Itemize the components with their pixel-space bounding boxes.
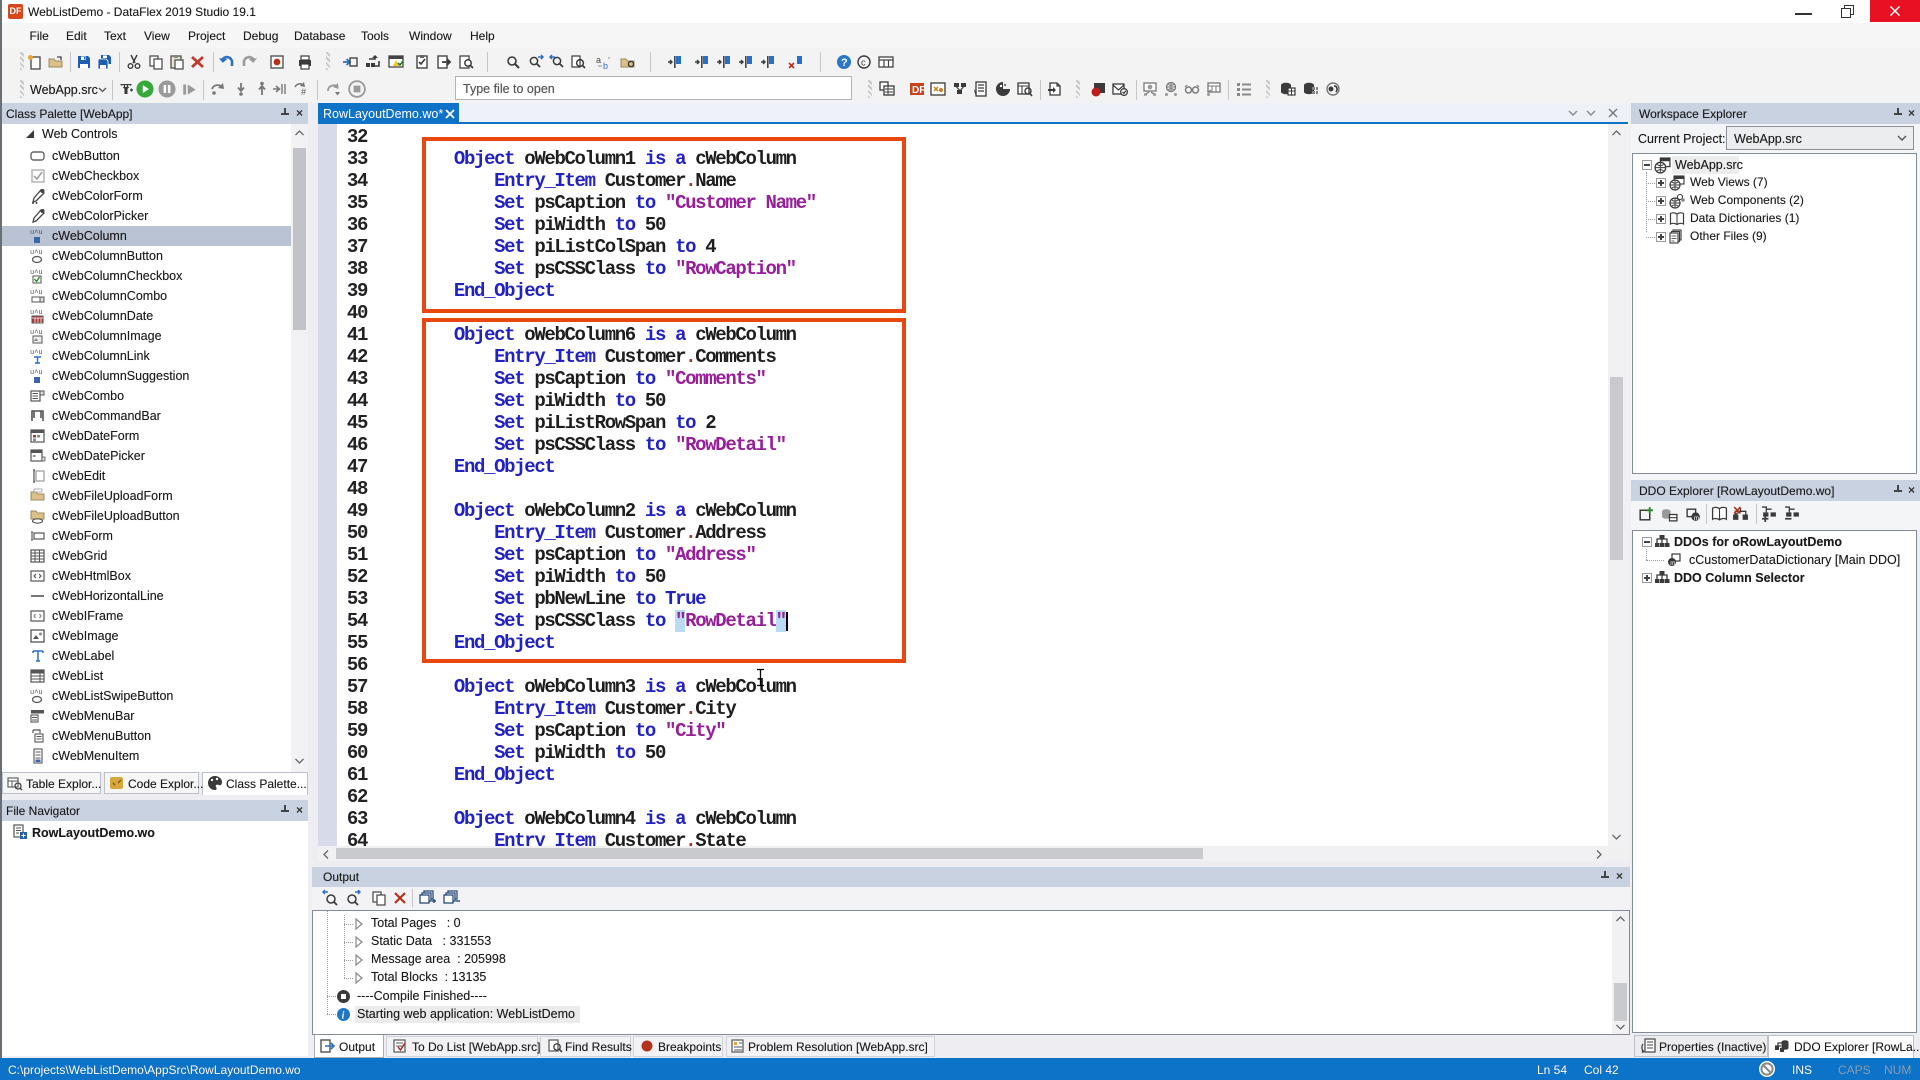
svg-text:DF: DF [912, 85, 925, 96]
svg-text:c: c [861, 58, 866, 68]
svg-text:u˄u: u˄u [30, 689, 43, 697]
svg-text:m: m [1670, 561, 1675, 567]
svg-text:b: b [603, 61, 608, 71]
svg-text:i: i [342, 1011, 345, 1022]
svg-text:a: a [596, 55, 601, 65]
svg-text:u˄u: u˄u [30, 289, 43, 297]
svg-text:?: ? [841, 57, 848, 69]
svg-text:m: m [1694, 515, 1699, 522]
svg-text:u˄u: u˄u [30, 369, 43, 377]
svg-text:u˄u: u˄u [30, 229, 43, 237]
svg-text:#: # [301, 87, 306, 97]
svg-text:u˄u: u˄u [30, 349, 43, 357]
svg-text:u˄u: u˄u [30, 249, 43, 257]
